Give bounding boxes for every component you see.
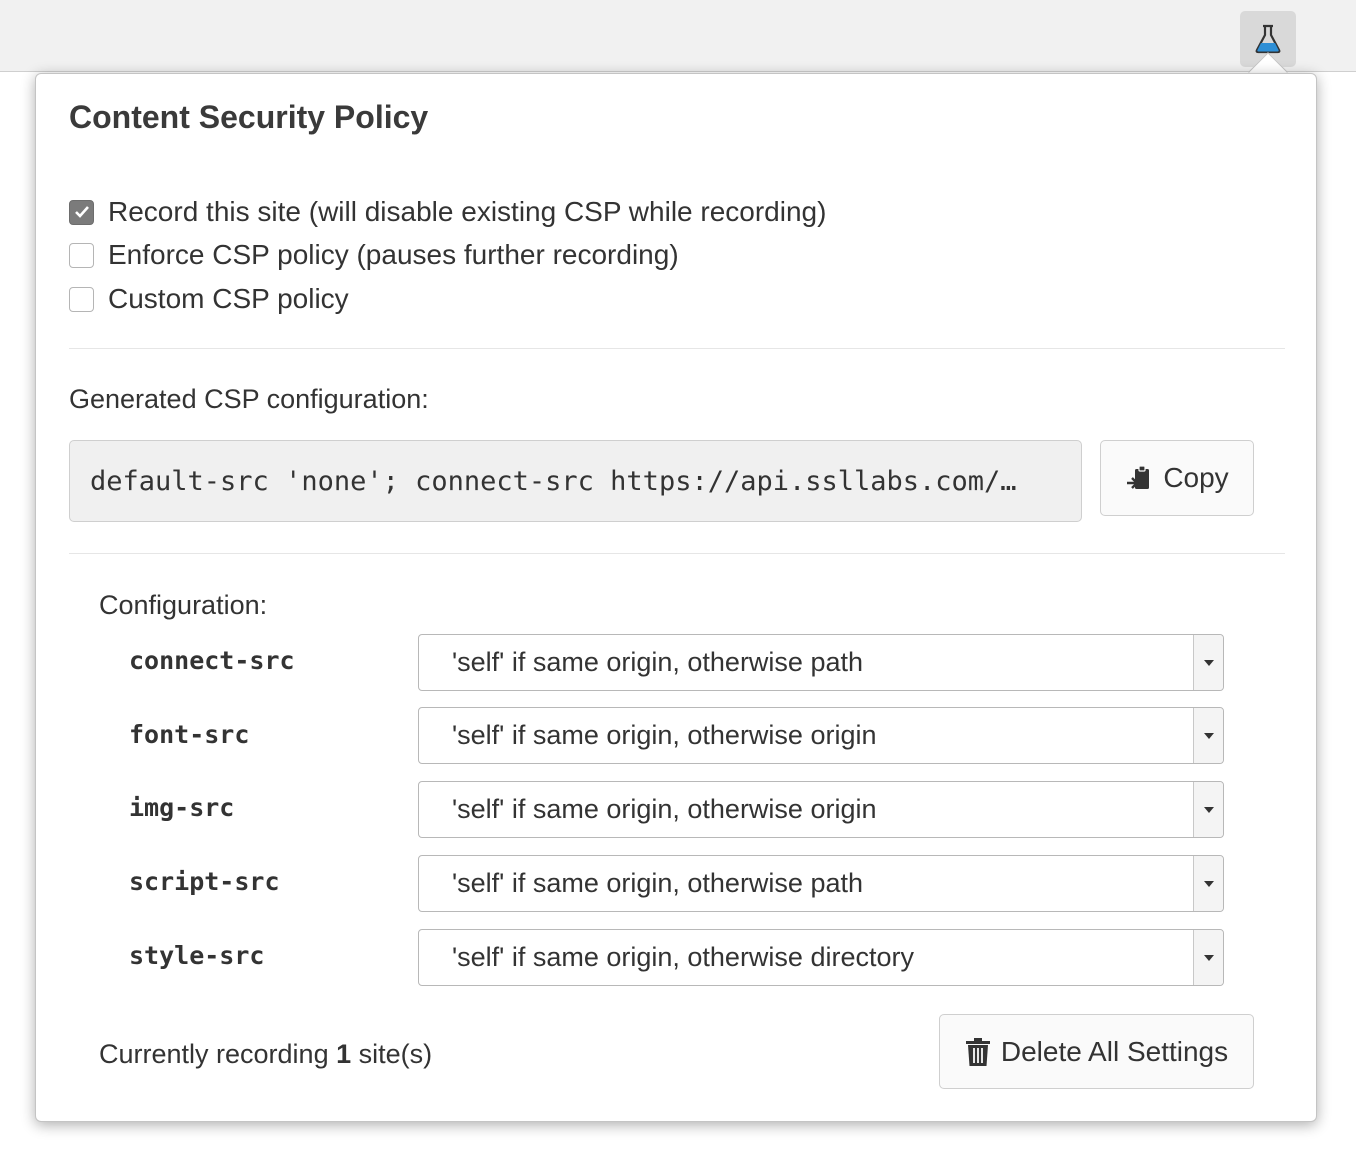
chevron-down-icon — [1193, 930, 1223, 985]
chevron-down-icon — [1193, 708, 1223, 763]
delete-all-label: Delete All Settings — [1000, 1035, 1229, 1067]
recording-status: Currently recording 1 site(s) — [99, 1039, 432, 1070]
select-value: 'self' if same origin, otherwise origin — [452, 794, 877, 824]
trash-icon — [965, 1037, 990, 1066]
recording-count: 1 — [336, 1039, 352, 1069]
recording-suffix: site(s) — [351, 1039, 433, 1069]
generated-csp-field[interactable]: default-src 'none'; connect-src https://… — [69, 440, 1082, 522]
connect-src-select[interactable]: 'self' if same origin, otherwise path — [418, 634, 1224, 691]
record-site-label: Record this site (will disable existing … — [108, 196, 827, 227]
img-src-select[interactable]: 'self' if same origin, otherwise origin — [418, 781, 1224, 838]
generated-csp-label: Generated CSP configuration: — [69, 384, 429, 414]
enforce-csp-checkbox[interactable] — [69, 242, 94, 268]
popup-title: Content Security Policy — [69, 99, 429, 135]
flask-icon — [1255, 24, 1281, 54]
copy-label: Copy — [1163, 462, 1229, 493]
delete-all-settings-button[interactable]: Delete All Settings — [939, 1014, 1254, 1089]
custom-csp-checkbox[interactable] — [69, 286, 94, 312]
divider — [69, 553, 1285, 554]
chevron-down-icon — [1193, 635, 1223, 690]
custom-csp-label: Custom CSP policy — [108, 283, 349, 314]
copy-button[interactable]: Copy — [1100, 440, 1254, 516]
clipboard-icon — [1127, 465, 1150, 489]
select-value: 'self' if same origin, otherwise path — [452, 647, 863, 677]
recording-prefix: Currently recording — [99, 1039, 337, 1069]
chevron-down-icon — [1193, 782, 1223, 837]
directive-label-script-src: script-src — [129, 867, 280, 896]
csp-popup: Content Security Policy Record this site… — [35, 73, 1317, 1122]
select-value: 'self' if same origin, otherwise origin — [452, 720, 877, 750]
directive-label-img-src: img-src — [129, 793, 235, 822]
chevron-down-icon — [1193, 856, 1223, 911]
select-value: 'self' if same origin, otherwise directo… — [452, 942, 914, 972]
browser-toolbar — [0, 0, 1356, 72]
style-src-select[interactable]: 'self' if same origin, otherwise directo… — [418, 929, 1224, 986]
checkmark-icon — [74, 206, 89, 218]
record-site-option[interactable]: Record this site (will disable existing … — [69, 196, 826, 228]
font-src-select[interactable]: 'self' if same origin, otherwise origin — [418, 707, 1224, 764]
custom-csp-option[interactable]: Custom CSP policy — [69, 283, 349, 315]
divider — [69, 348, 1285, 349]
record-site-checkbox[interactable] — [69, 199, 94, 225]
enforce-csp-option[interactable]: Enforce CSP policy (pauses further recor… — [69, 239, 679, 271]
script-src-select[interactable]: 'self' if same origin, otherwise path — [418, 855, 1224, 912]
directive-label-style-src: style-src — [129, 941, 265, 970]
select-value: 'self' if same origin, otherwise path — [452, 868, 863, 898]
directive-label-font-src: font-src — [129, 720, 250, 749]
configuration-label: Configuration: — [99, 590, 268, 620]
directive-label-connect-src: connect-src — [129, 646, 295, 675]
enforce-csp-label: Enforce CSP policy (pauses further recor… — [108, 239, 679, 270]
